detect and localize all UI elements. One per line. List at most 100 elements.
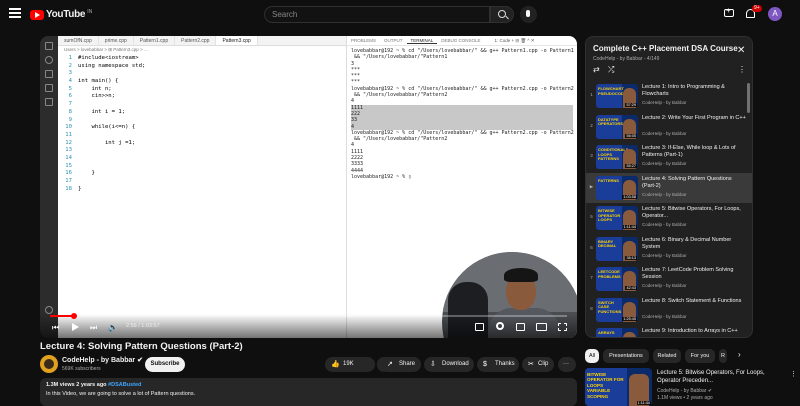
playlist-thumbnail[interactable]: LEETCODE PROBLEMS 42:43: [596, 267, 638, 291]
editor-tab[interactable]: prime.cpp: [99, 36, 134, 45]
playlist-thumbnail[interactable]: SWITCH CASE FUNCTIONS 1:25:45: [596, 297, 638, 322]
clip-button[interactable]: ✂ Clip: [522, 357, 554, 372]
editor-tab[interactable]: Pattern3.cpp: [216, 36, 258, 45]
recommended-thumbnail[interactable]: BITWISE OPERATOR FOR LOOPS VARIABLE SCOP…: [585, 368, 652, 406]
volume-icon[interactable]: 🔈: [108, 323, 118, 332]
code-lines: 1 #include<iostream> 2 using namespace std;…: [58, 55, 145, 193]
playlist-item[interactable]: ▶ PATTERNS 1:03:58 Lecture 4: Solving Patte…: [586, 172, 752, 203]
editor-tab[interactable]: sumOfN.cpp: [58, 36, 99, 45]
playlist-item-title[interactable]: Lecture 4: Solving Pattern Questions (Pa…: [642, 176, 746, 190]
recommended-channel[interactable]: CodeHelp - by Babbar ✔: [657, 388, 712, 394]
channel-name[interactable]: CodeHelp - by Babbar ✔: [62, 356, 143, 364]
playlist-item-title[interactable]: Lecture 9: Introduction to Arrays in C++: [642, 328, 746, 335]
line-number: 16: [65, 170, 72, 177]
avatar[interactable]: A: [768, 7, 782, 21]
recommended-video[interactable]: BITWISE OPERATOR FOR LOOPS VARIABLE SCOP…: [585, 368, 800, 406]
download-button[interactable]: ⇩ Download: [424, 357, 474, 372]
recommended-title[interactable]: Lecture 5: Bitwise Operators, For Loops,…: [657, 370, 775, 385]
playlist-thumbnail[interactable]: ARRAYS1:23:54: [596, 328, 638, 337]
like-button[interactable]: 👍 19K: [325, 357, 375, 372]
playlist-item[interactable]: 6 BINARY DECIMAL 36:13 Lecture 6: Binary & …: [586, 234, 752, 265]
playlist-item[interactable]: 1 FLOWCHART PSEUDOCODE 57:29 Lecture 1: Int…: [586, 81, 752, 112]
playlist-item-index: 8: [590, 305, 593, 311]
playlist-item-title[interactable]: Lecture 2: Write Your First Program in C…: [642, 115, 746, 122]
previous-icon[interactable]: ⏮: [52, 323, 61, 332]
search-icon[interactable]: [490, 6, 514, 23]
playlist-panel: Complete C++ Placement DSA Course CodeHe…: [585, 36, 753, 338]
playlist-item[interactable]: 8 SWITCH CASE FUNCTIONS 1:25:45 Lecture 8: …: [586, 295, 752, 326]
progress-bar[interactable]: [50, 315, 567, 317]
channel-avatar[interactable]: [40, 355, 58, 373]
shuffle-icon[interactable]: ⤮: [608, 65, 614, 75]
playlist-item-title[interactable]: Lecture 1: Intro to Programming & Flowch…: [642, 84, 746, 98]
playlist-item-title[interactable]: Lecture 3: If-Else, While loop & Lots of…: [642, 145, 746, 159]
playlist-thumbnail[interactable]: FLOWCHART PSEUDOCODE 57:29: [596, 84, 638, 108]
playlist-items: 1 FLOWCHART PSEUDOCODE 57:29 Lecture 1: Int…: [586, 81, 752, 337]
chevron-right-icon[interactable]: ›: [738, 350, 741, 359]
menu-icon[interactable]: [9, 8, 21, 18]
line-number: 14: [65, 154, 72, 161]
filter-chip[interactable]: Presentations: [603, 349, 649, 363]
subscribe-button[interactable]: Subscribe: [145, 357, 185, 372]
playlist-thumbnail[interactable]: PATTERNS 1:03:58: [596, 175, 638, 200]
filter-chip[interactable]: Related: [653, 349, 681, 363]
playlist-item[interactable]: 7 LEETCODE PROBLEMS 42:43 Lecture 7: LeetCo…: [586, 264, 752, 295]
hashtag[interactable]: #DSABusted: [108, 382, 141, 388]
code-text: }: [78, 185, 82, 192]
description-box[interactable]: 1.3M views 2 years ago #DSABusted In thi…: [40, 378, 577, 406]
playlist-item[interactable]: 9ARRAYS1:23:54 Lecture 9: Introduction to…: [586, 325, 752, 337]
filter-chip[interactable]: All: [585, 349, 599, 363]
close-icon[interactable]: ✕: [737, 45, 745, 56]
theater-mode-icon[interactable]: [536, 323, 547, 331]
editor-tab[interactable]: Pattern1.cpp: [134, 36, 176, 45]
mic-icon[interactable]: [520, 6, 537, 23]
playlist-item-title[interactable]: Lecture 8: Switch Statement & Functions: [642, 298, 746, 305]
playlist-scrollbar[interactable]: [747, 83, 750, 113]
playlist-thumbnail[interactable]: CONDITIONALS LOOPS PATTERNS 55:27: [596, 145, 638, 169]
share-button[interactable]: ↗ Share: [381, 357, 421, 372]
code-editor: sumOfN.cpp prime.cpp Pattern1.cpp Pattern2.…: [58, 36, 346, 338]
filter-chip[interactable]: R: [719, 349, 727, 363]
playlist-thumbnail[interactable]: BITWISE OPERATOR LOOPS 1:11:44: [596, 206, 638, 230]
filter-chip[interactable]: For you: [685, 349, 715, 363]
video-player[interactable]: sumOfN.cpp prime.cpp Pattern1.cpp Pattern2.…: [40, 36, 577, 338]
playlist-item-title[interactable]: Lecture 6: Binary & Decimal Number Syste…: [642, 237, 746, 251]
terminal-toolbar[interactable]: 1: Code + ⊟ 🗑 ^ ✕: [495, 38, 535, 44]
create-icon[interactable]: [724, 6, 734, 17]
terminal-tab[interactable]: PROBLEMS: [347, 38, 380, 43]
code-line: 13: [58, 147, 145, 155]
youtube-logo[interactable]: YouTube IN: [30, 9, 92, 20]
download-label: Download: [442, 361, 469, 367]
search-input[interactable]: Search: [264, 6, 490, 23]
play-button[interactable]: [72, 323, 81, 332]
playlist-item[interactable]: 3 CONDITIONALS LOOPS PATTERNS 55:27 Lecture…: [586, 142, 752, 173]
line-number: 15: [65, 162, 72, 169]
more-actions-button[interactable]: ···: [558, 357, 576, 372]
playlist-title[interactable]: Complete C++ Placement DSA Course: [593, 44, 738, 53]
settings-icon[interactable]: [496, 322, 504, 330]
terminal-tab[interactable]: OUTPUT: [380, 38, 407, 43]
playlist-item[interactable]: 2 DATATYPE OPERATORS 56:05 Lecture 2: Write…: [586, 112, 752, 143]
playlist-more-icon[interactable]: ⋮: [738, 65, 746, 74]
playlist-item[interactable]: 5 BITWISE OPERATOR LOOPS 1:11:44 Lecture 5:…: [586, 203, 752, 234]
terminal-tab[interactable]: TERMINAL: [406, 38, 438, 44]
recommended-more-icon[interactable]: ⋮: [790, 370, 797, 378]
playlist-item-title[interactable]: Lecture 5: Bitwise Operators, For Loops,…: [642, 206, 746, 220]
next-icon[interactable]: ⏭: [90, 323, 99, 332]
playlist-thumbnail[interactable]: DATATYPE OPERATORS 56:05: [596, 114, 638, 139]
loop-icon[interactable]: ⇄: [593, 65, 600, 74]
breadcrumb: Users > lovebabbar > ⊞ Pattern3.cpp > ..…: [64, 47, 148, 52]
editor-tab[interactable]: Pattern2.cpp: [175, 36, 217, 45]
code-line: 15: [58, 163, 145, 171]
code-text: int j =1;: [78, 139, 136, 146]
terminal-tab[interactable]: DEBUG CONSOLE: [437, 38, 484, 43]
subtitles-icon[interactable]: [475, 323, 484, 331]
playlist-thumbnail[interactable]: BINARY DECIMAL 36:13: [596, 236, 638, 261]
notification-badge: 9+: [752, 5, 762, 12]
debug-icon: [45, 84, 53, 92]
progress-scrubber[interactable]: [70, 313, 77, 319]
miniplayer-icon[interactable]: [516, 323, 525, 331]
thanks-button[interactable]: $ Thanks: [477, 357, 519, 372]
playlist-item-title[interactable]: Lecture 7: LeetCode Problem Solving Sess…: [642, 267, 746, 281]
fullscreen-icon[interactable]: [558, 323, 567, 331]
